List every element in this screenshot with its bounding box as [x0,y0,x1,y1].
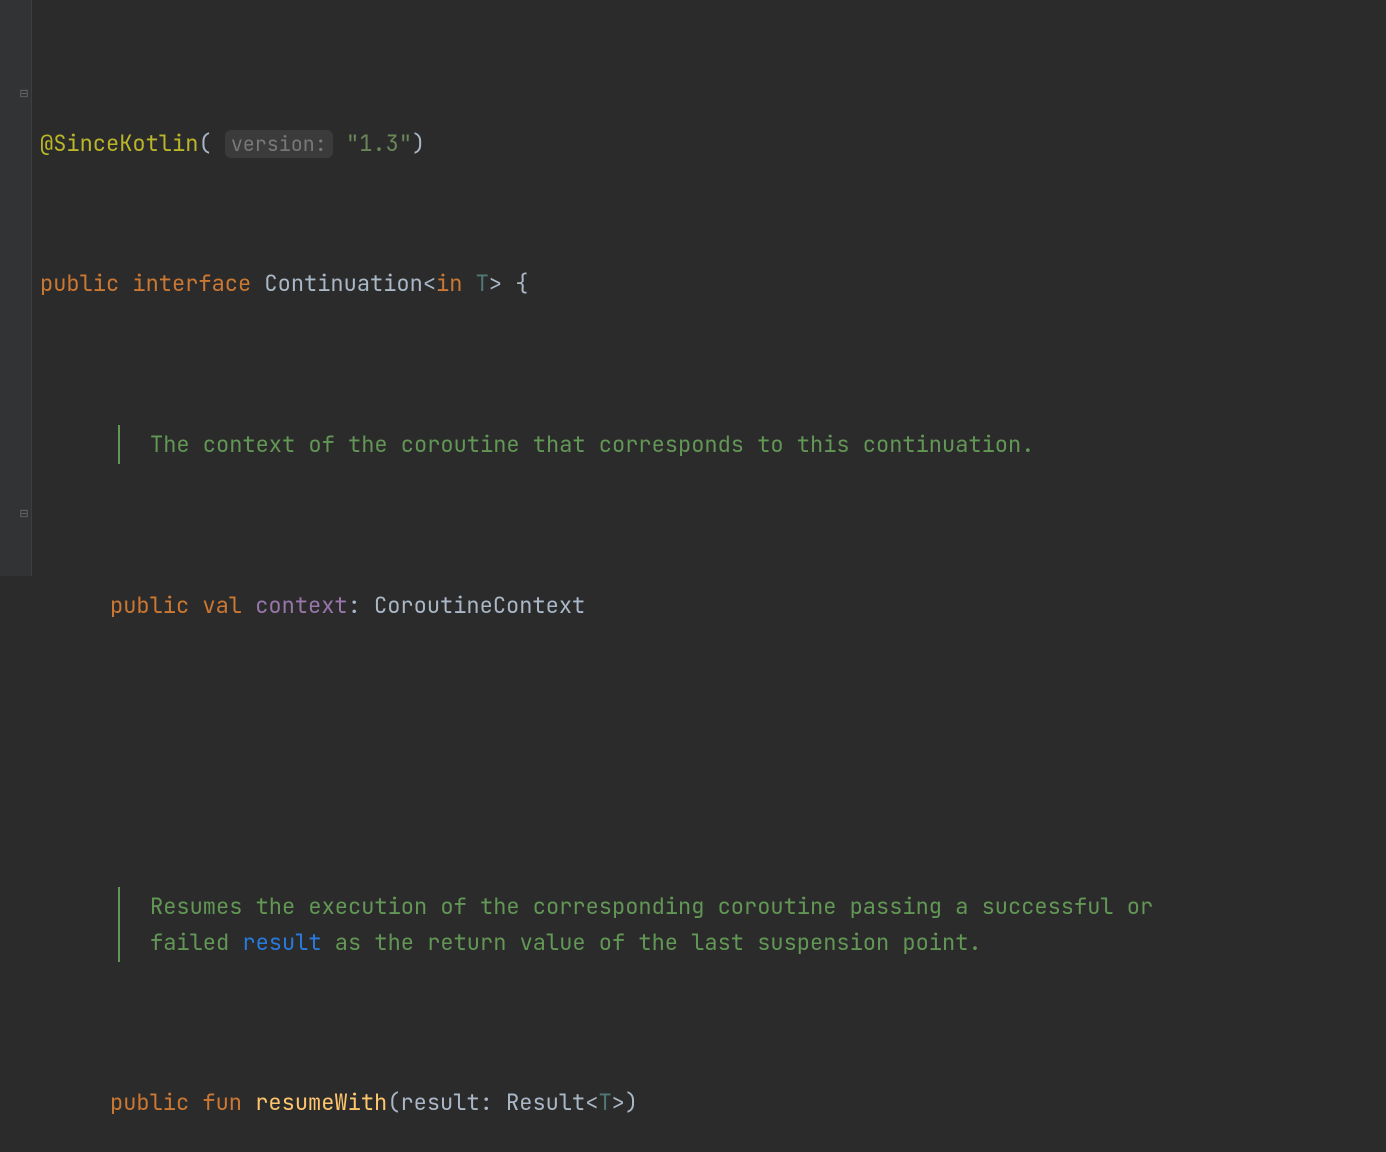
keyword-val: val [202,591,242,620]
keyword-public: public [110,591,189,620]
angle-open: < [585,1088,598,1117]
colon: : [480,1088,493,1117]
interface-name: Continuation [264,269,422,298]
type-reference: CoroutineContext [374,591,585,620]
colon: : [348,591,361,620]
doc-text: The context of the coroutine that corres… [150,430,1034,459]
angle-open: < [423,269,436,298]
keyword-interface: interface [132,269,251,298]
keyword-in: in [436,269,462,298]
type-parameter: T [598,1088,611,1117]
code-line-function: public fun resumeWith(result: Result<T>) [40,1085,1376,1120]
blank-line [40,729,1376,764]
parameter-name: result [400,1088,479,1117]
type-parameter: T [476,269,489,298]
brace-open: { [515,269,528,298]
code-line-property: public val context: CoroutineContext [40,588,1376,623]
paren-open: ( [198,129,211,158]
function-name: resumeWith [255,1088,387,1117]
angle-close: > [612,1088,625,1117]
code-editor[interactable]: @SinceKotlin( version: "1.3") public int… [40,20,1376,1152]
angle-close: > [489,269,502,298]
fold-collapse-icon[interactable]: ⊟ [18,88,30,100]
paren-open: ( [387,1088,400,1117]
doc-text-post: as the return value of the last suspensi… [322,928,982,957]
type-reference: Result [506,1088,585,1117]
doc-comment-resume: Resumes the execution of the correspondi… [118,887,1178,961]
annotation-token: @SinceKotlin [40,129,198,158]
paren-close: ) [412,129,425,158]
code-line-annotation: @SinceKotlin( version: "1.3") [40,126,1376,161]
keyword-public: public [110,1088,189,1117]
doc-link-result[interactable]: result [242,928,321,957]
keyword-fun: fun [202,1088,242,1117]
property-name: context [255,591,347,620]
parameter-hint: version: [225,130,333,158]
code-line-interface-decl: public interface Continuation<in T> { [40,266,1376,301]
string-literal: "1.3" [346,129,412,158]
editor-gutter: ⊟ ⊟ [0,0,32,576]
doc-comment-context: The context of the coroutine that corres… [118,425,1178,464]
keyword-public: public [40,269,119,298]
paren-close: ) [625,1088,638,1117]
fold-end-icon[interactable]: ⊟ [18,508,30,520]
